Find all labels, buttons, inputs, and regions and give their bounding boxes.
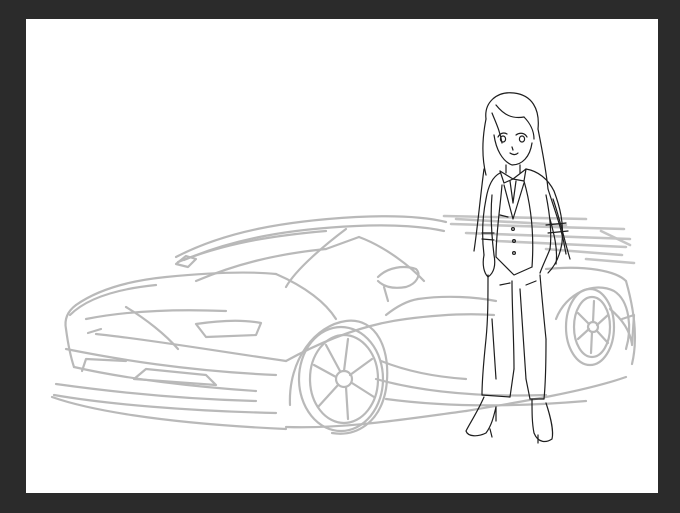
car-hatching xyxy=(442,214,636,265)
car-front-wheel xyxy=(288,319,389,435)
car-cabin xyxy=(174,215,448,289)
car-body xyxy=(50,266,636,431)
car-sketch-layer xyxy=(50,214,636,435)
character-trousers xyxy=(481,274,547,400)
character-face xyxy=(493,132,533,166)
character-hair xyxy=(473,92,571,265)
car-mirror xyxy=(174,254,420,303)
car-rear-wheel xyxy=(554,286,631,367)
drawing-canvas[interactable] xyxy=(26,19,658,493)
character-collar xyxy=(499,164,527,204)
workspace-background xyxy=(0,0,680,513)
canvas-artwork xyxy=(50,92,636,444)
